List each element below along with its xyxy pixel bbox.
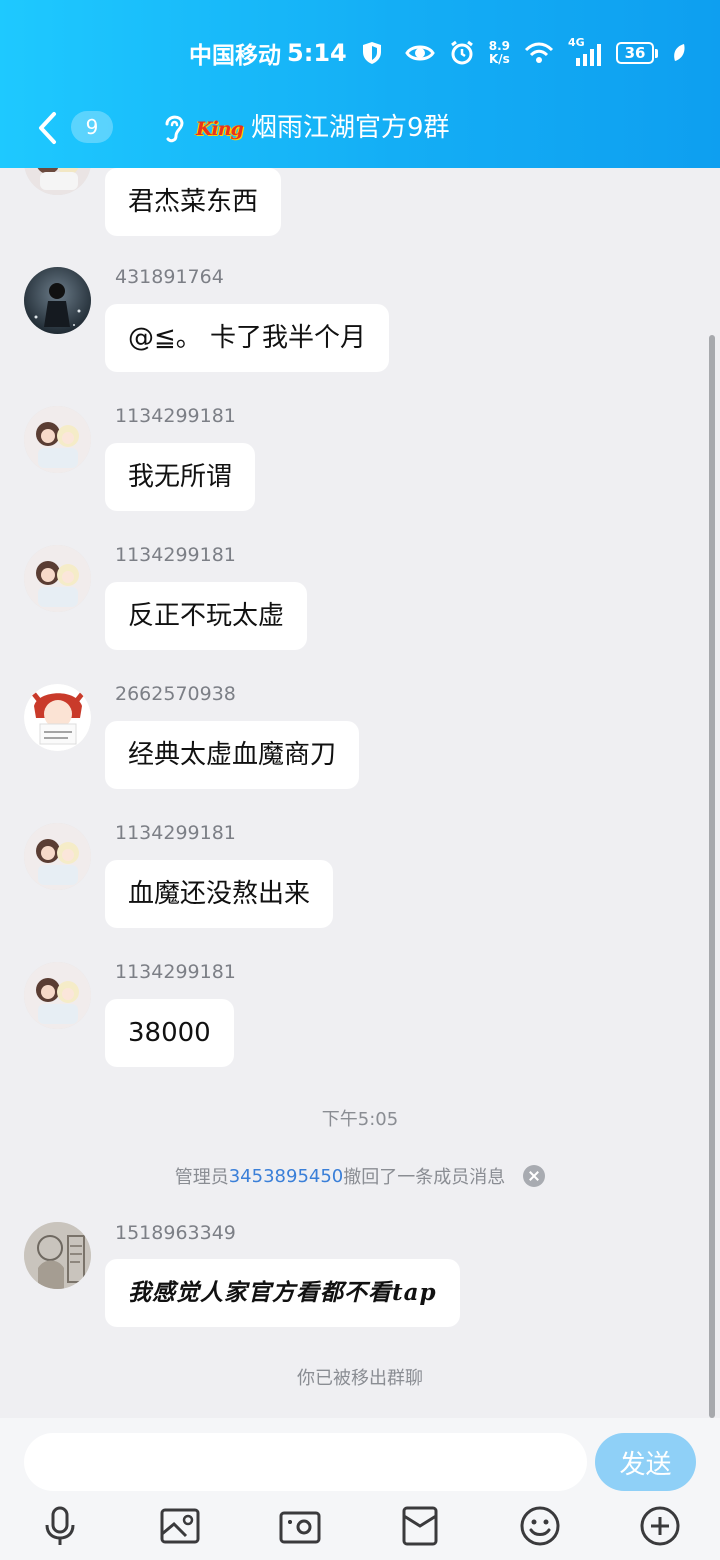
message-bubble[interactable]: 我感觉人家官方看都不看tap [105, 1259, 460, 1327]
eye-icon [404, 45, 435, 61]
avatar[interactable] [24, 962, 91, 1029]
leaf-icon [674, 44, 685, 61]
chat-header: 中国移动 5:14 8.9 K/s 4G 36 9 King 烟雨江湖官方9群 [0, 0, 720, 168]
avatar-illustration [24, 823, 91, 890]
avatar-illustration [24, 962, 91, 1029]
avatar-illustration [24, 545, 91, 612]
avatar-illustration [24, 168, 91, 195]
message-bubble[interactable]: @≦。 卡了我半个月 [105, 304, 390, 372]
king-badge-text: King [196, 118, 244, 140]
alarm-icon [450, 40, 473, 65]
message-bubble[interactable]: 38000 [105, 999, 234, 1067]
chat-title[interactable]: 烟雨江湖官方9群 [251, 108, 450, 148]
avatar[interactable] [24, 168, 91, 195]
recall-notice: 管理员 3453895450 撤回了一条成员消息 [0, 1163, 720, 1189]
earpiece-mode-icon[interactable] [161, 110, 187, 146]
signal-indicator: 4G [568, 36, 602, 66]
avatar[interactable] [24, 267, 91, 334]
status-bar: 中国移动 5:14 8.9 K/s 4G 36 [189, 32, 686, 74]
message-bubble[interactable]: 反正不玩太虚 [105, 582, 308, 650]
avatar-illustration [24, 1222, 91, 1289]
message-list[interactable]: 君杰菜东西 431891764 @≦。 卡了我半个月 1134299181 我无… [0, 168, 720, 1418]
camera-icon[interactable] [278, 1504, 322, 1548]
microphone-icon[interactable] [38, 1504, 82, 1548]
net-speed: 8.9 K/s [489, 40, 510, 66]
sender-id[interactable]: 2662570938 [115, 683, 236, 705]
avatar-illustration [24, 267, 91, 334]
message-bubble[interactable]: 君杰菜东西 [105, 168, 282, 236]
sender-id[interactable]: 1518963349 [115, 1222, 236, 1244]
avatar[interactable] [24, 684, 91, 751]
avatar-illustration [24, 684, 91, 751]
sender-id[interactable]: 1134299181 [115, 544, 236, 566]
message-bubble[interactable]: 血魔还没熬出来 [105, 860, 334, 928]
message-bubble[interactable]: 我无所谓 [105, 443, 256, 511]
avatar[interactable] [24, 1222, 91, 1289]
wifi-icon [524, 42, 554, 63]
avatar[interactable] [24, 406, 91, 473]
plus-icon[interactable] [638, 1504, 682, 1548]
signal-icon [576, 44, 601, 66]
input-bar: 发送 [0, 1418, 720, 1560]
sender-id[interactable]: 1134299181 [115, 961, 236, 983]
king-badge: King [196, 114, 250, 144]
avatar[interactable] [24, 545, 91, 612]
avatar[interactable] [24, 823, 91, 890]
recall-suffix: 撤回了一条成员消息 [343, 1167, 506, 1188]
removed-from-group-notice: 你已被移出群聊 [297, 1368, 423, 1389]
red-packet-icon[interactable] [398, 1504, 442, 1548]
back-arrow-icon[interactable] [32, 108, 66, 148]
sender-id[interactable]: 1134299181 [115, 822, 236, 844]
battery-level: 36 [616, 42, 654, 64]
message-input[interactable] [24, 1433, 587, 1491]
close-icon[interactable] [523, 1165, 546, 1187]
avatar-illustration [24, 406, 91, 473]
recall-prefix: 管理员 [174, 1167, 229, 1188]
admin-qq-link[interactable]: 3453895450 [229, 1166, 344, 1187]
carrier-label: 中国移动 [189, 43, 282, 69]
net-speed-unit: K/s [488, 52, 510, 66]
send-button[interactable]: 发送 [595, 1433, 696, 1491]
clock: 5:14 [287, 39, 347, 67]
sender-id[interactable]: 1134299181 [115, 405, 236, 427]
message-bubble[interactable]: 经典太虚血魔商刀 [105, 721, 360, 789]
unread-count-badge[interactable]: 9 [71, 111, 113, 143]
nav-bar: 9 King 烟雨江湖官方9群 [0, 100, 720, 156]
battery-indicator: 36 [616, 42, 658, 64]
shield-icon [362, 42, 381, 64]
scrollbar[interactable] [709, 335, 715, 1418]
timestamp: 下午5:05 [321, 1109, 399, 1130]
emoji-icon[interactable] [518, 1504, 562, 1548]
input-toolbar [0, 1504, 720, 1550]
image-icon[interactable] [158, 1504, 202, 1548]
sender-id[interactable]: 431891764 [115, 266, 224, 288]
